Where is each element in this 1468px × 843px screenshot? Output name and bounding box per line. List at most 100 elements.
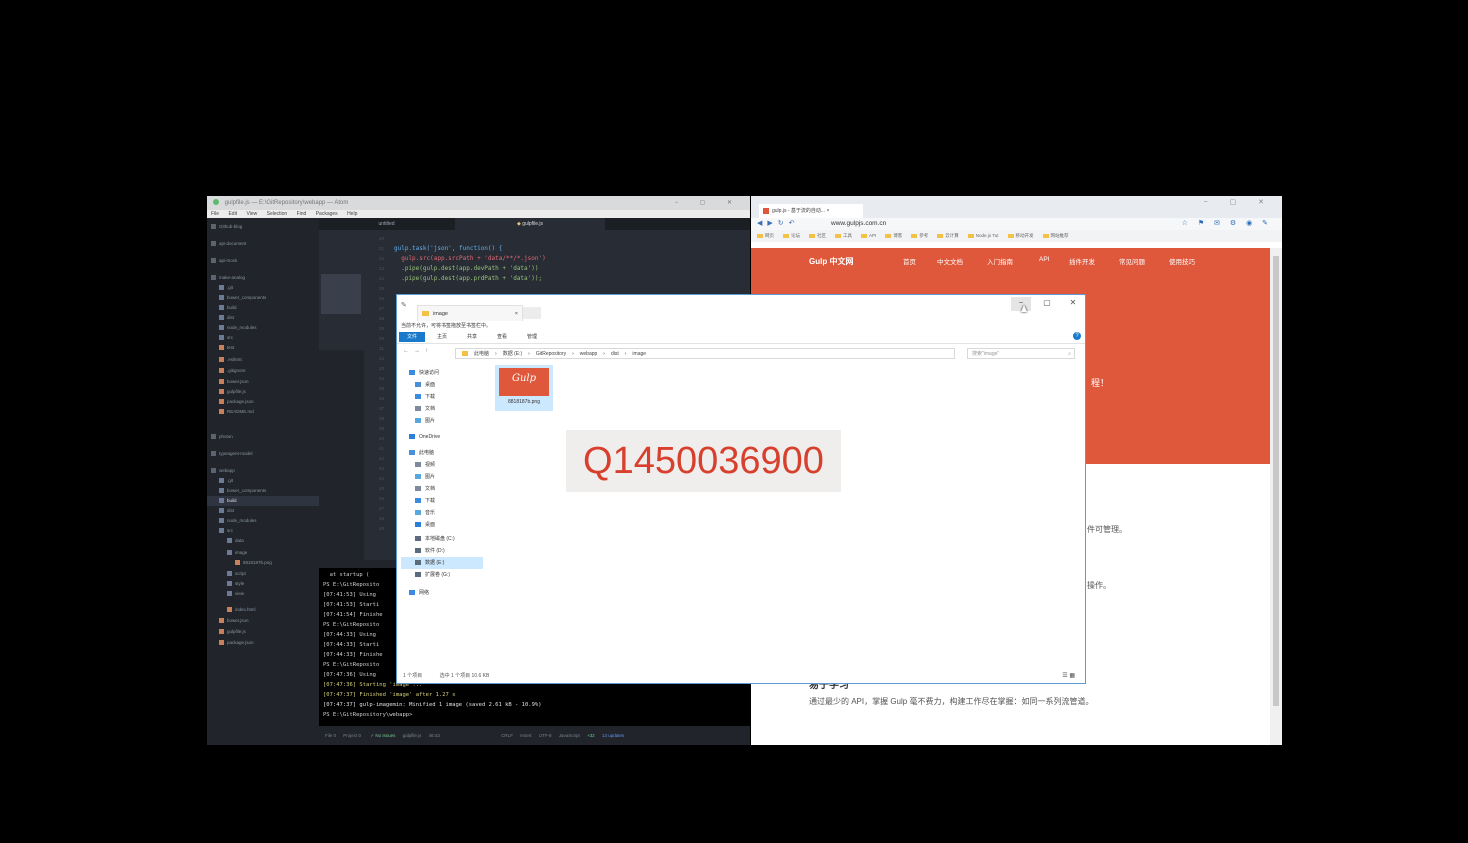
nav-pane-item[interactable]: 桌面 (415, 519, 435, 531)
bookmark-item[interactable]: 移动开发 (1007, 233, 1034, 238)
gulp-nav-item[interactable]: 使用技巧 (1169, 256, 1195, 266)
tree-item[interactable]: test (207, 343, 319, 353)
tree-item[interactable]: bower.json (207, 616, 319, 626)
tree-item[interactable]: src (207, 526, 319, 536)
tree-item[interactable]: build (207, 303, 319, 313)
tree-item[interactable]: bower.json (207, 377, 319, 387)
explorer-search-box[interactable]: 搜索"image" ⌕ (967, 348, 1075, 359)
ribbon-tab-file[interactable]: 文件 (399, 332, 425, 342)
status-updates[interactable]: 13 updates (602, 733, 624, 738)
tree-item[interactable]: data (207, 536, 319, 546)
tree-item[interactable]: make-analog (207, 273, 319, 283)
tree-item[interactable]: bower_components (207, 486, 319, 496)
tree-item[interactable]: typeagent-model (207, 449, 319, 459)
bookmark-item[interactable]: 论坛 (783, 233, 800, 238)
nav-pane-item[interactable]: 网络 (409, 587, 429, 599)
path-segment[interactable]: image (632, 351, 646, 357)
tree-item[interactable]: README.md (207, 407, 319, 417)
nav-pane-item[interactable]: 快速访问 (409, 367, 439, 379)
status-cursor-position[interactable]: 46:43 (429, 733, 440, 738)
tree-item[interactable]: package.json (207, 397, 319, 407)
tree-item[interactable]: package.json (207, 638, 319, 648)
status-line-ending[interactable]: CRLF (501, 733, 513, 738)
address-bar[interactable]: www.gulpjs.com.cn (831, 219, 886, 229)
quick-access-toolbar-icon[interactable]: ✎ (401, 301, 407, 309)
tree-item[interactable]: Github-blog (207, 222, 319, 232)
menu-file[interactable]: File (211, 211, 219, 217)
status-file-count[interactable]: File 0 (325, 733, 336, 738)
tree-item[interactable]: webapp (207, 466, 319, 476)
menu-selection[interactable]: Selection (267, 211, 288, 217)
bookmark-item[interactable]: 网页 (757, 233, 774, 238)
toolbar-extensions-icon[interactable]: ☆ ⚑ ✉ ⚙ ◉ ✎ (1182, 218, 1272, 230)
tree-item[interactable]: .git (207, 283, 319, 293)
ribbon-tab-view[interactable]: 查看 (489, 332, 515, 342)
close-tab-icon[interactable]: × (515, 306, 518, 322)
ribbon-tab-manage[interactable]: 管理 (519, 332, 545, 342)
nav-pane-item[interactable]: 下载 (415, 495, 435, 507)
nav-pane-item[interactable]: 本地磁盘 (C:) (415, 533, 455, 545)
window-controls-icon[interactable]: − ▢ ✕ (1204, 198, 1274, 206)
tree-item[interactable]: image (207, 548, 319, 558)
path-segment[interactable]: webapp (580, 351, 598, 357)
nav-pane-item[interactable]: 文档 (415, 403, 435, 415)
path-segment[interactable]: 此电脑 (474, 351, 489, 357)
gulp-nav-item[interactable]: API (1039, 256, 1049, 263)
gulp-nav-item[interactable]: 中文文档 (937, 256, 963, 266)
tree-file-item[interactable]: 8818187b.png (207, 558, 319, 568)
ribbon-tab-home[interactable]: 主页 (429, 332, 455, 342)
scrollbar-thumb[interactable] (1273, 256, 1279, 706)
ribbon-tab-share[interactable]: 共享 (459, 332, 485, 342)
bookmark-item[interactable]: Node.js Tut (967, 233, 999, 238)
nav-pane-item[interactable]: 软件 (D:) (415, 545, 445, 557)
path-segment[interactable]: GitRepository (536, 351, 566, 357)
tree-item[interactable]: .git (207, 476, 319, 486)
tree-item[interactable]: node_modules (207, 323, 319, 333)
tab-gulpfile[interactable]: ◆ gulpfile.js (455, 218, 605, 230)
nav-pane-item[interactable]: 文档 (415, 483, 435, 495)
nav-pane-item[interactable]: 图片 (415, 415, 435, 427)
tree-item[interactable]: script (207, 569, 319, 579)
nav-pane-item[interactable]: 扩展卷 (G:) (415, 569, 450, 581)
tree-item[interactable]: node_modules (207, 516, 319, 526)
browser-scrollbar[interactable] (1270, 248, 1282, 745)
window-controls-icon[interactable]: − ▢ ✕ (674, 196, 742, 210)
menu-packages[interactable]: Packages (316, 211, 338, 217)
nav-buttons-icon[interactable]: ◀▶↻↶ (757, 218, 800, 230)
tree-item[interactable]: src (207, 333, 319, 343)
tree-item[interactable]: gulpfile.js (207, 387, 319, 397)
minimap[interactable] (319, 230, 364, 350)
menu-help[interactable]: Help (347, 211, 357, 217)
gulp-nav-item[interactable]: 插件开发 (1069, 256, 1095, 266)
bookmark-item[interactable]: 社区 (809, 233, 826, 238)
tree-item[interactable]: view (207, 589, 319, 599)
nav-pane-item[interactable]: 下载 (415, 391, 435, 403)
nav-pane-item[interactable]: 视频 (415, 459, 435, 471)
status-encoding[interactable]: UTF-8 (539, 733, 552, 738)
gulp-brand[interactable]: Gulp 中文网 (809, 256, 853, 267)
tree-item[interactable]: dist (207, 506, 319, 516)
bookmark-item[interactable]: API (861, 233, 876, 238)
bookmark-item[interactable]: 网站推荐 (1042, 233, 1069, 238)
bookmark-item[interactable]: 博客 (885, 233, 902, 238)
gulp-nav-item[interactable]: 入门指南 (987, 256, 1013, 266)
new-tab-button[interactable] (523, 307, 541, 319)
tree-item[interactable]: style (207, 579, 319, 589)
bookmark-item[interactable]: 工具 (835, 233, 852, 238)
tree-item[interactable]: gulpfile.js (207, 627, 319, 637)
maximize-button[interactable]: ▢ (1037, 297, 1057, 311)
tree-item[interactable]: photon (207, 432, 319, 442)
close-button[interactable]: ✕ (1063, 297, 1083, 311)
gulp-nav-item[interactable]: 首页 (903, 256, 916, 266)
tree-item[interactable]: .gitignore (207, 366, 319, 376)
status-grammar[interactable]: JavaScript (559, 733, 580, 738)
gulp-nav-item[interactable]: 常见问题 (1119, 256, 1145, 266)
help-icon[interactable]: ? (1073, 332, 1081, 340)
nav-pane-item[interactable]: 此电脑 (409, 447, 434, 459)
explorer-address-bar[interactable]: 此电脑 › 数据 (E:) › GitRepository › webapp › dist › im… (455, 348, 955, 359)
tab-untitled[interactable]: untitled (319, 218, 454, 230)
nav-pane-item[interactable]: OneDrive (409, 431, 440, 443)
path-segment[interactable]: dist (611, 351, 619, 357)
tree-item[interactable]: api-mock (207, 256, 319, 266)
bookmark-item[interactable]: 参考 (911, 233, 928, 238)
